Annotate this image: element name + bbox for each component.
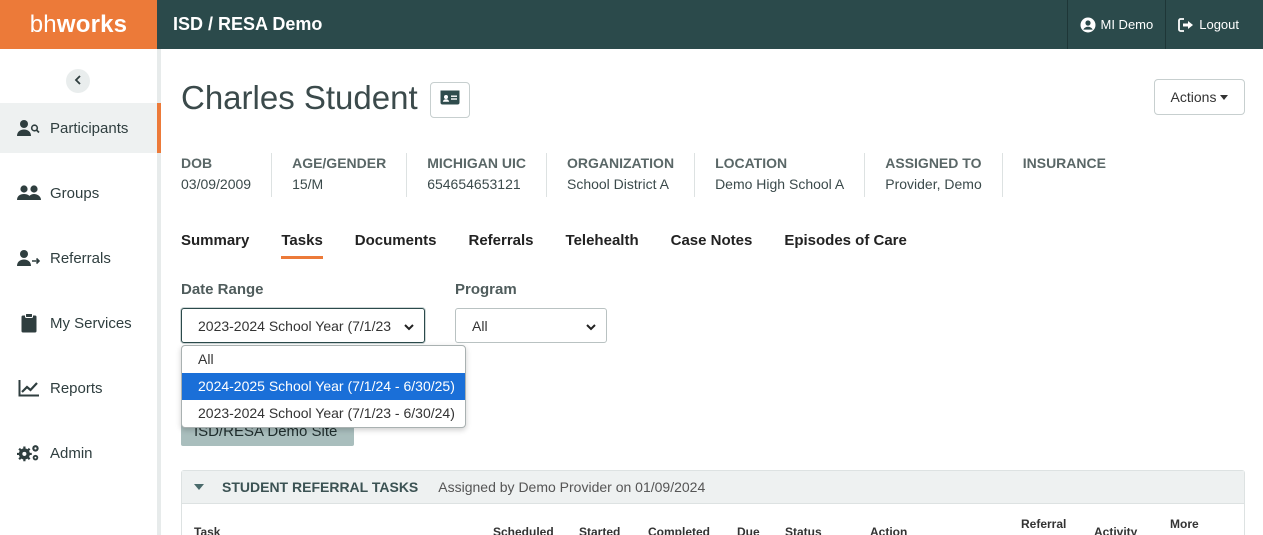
sidebar-item-reports[interactable]: Reports	[0, 363, 157, 413]
participant-search-icon	[17, 119, 41, 137]
tab-referrals[interactable]: Referrals	[468, 232, 533, 259]
column-header-task[interactable]: Task	[194, 524, 220, 535]
sidebar-item-my-services[interactable]: My Services	[0, 298, 157, 348]
date-range-option-2023-2024[interactable]: 2023-2024 School Year (7/1/23 - 6/30/24)	[182, 400, 465, 427]
info-age-gender: AGE/GENDER 15/M	[271, 153, 406, 197]
user-name: MI Demo	[1100, 17, 1154, 32]
date-range-option-all[interactable]: All	[182, 346, 465, 373]
tab-summary[interactable]: Summary	[181, 232, 249, 259]
student-info-row: DOB 03/09/2009 AGE/GENDER 15/M MICHIGAN …	[181, 153, 1126, 197]
logout-button[interactable]: Logout	[1165, 0, 1263, 49]
sidebar-item-referrals[interactable]: Referrals	[0, 233, 157, 283]
info-organization: ORGANIZATION School District A	[545, 153, 694, 197]
sidebar-item-label: Reports	[50, 379, 103, 397]
panel-title: STUDENT REFERRAL TASKS	[222, 479, 419, 495]
tab-telehealth[interactable]: Telehealth	[566, 232, 639, 259]
column-header-completed[interactable]: Completed	[648, 524, 710, 535]
date-range-dropdown: All 2024-2025 School Year (7/1/24 - 6/30…	[181, 345, 466, 428]
student-referral-tasks-panel: STUDENT REFERRAL TASKS Assigned by Demo …	[181, 470, 1245, 535]
date-range-option-2024-2025[interactable]: 2024-2025 School Year (7/1/24 - 6/30/25)	[182, 373, 465, 400]
main-content: Charles Student Actions DOB 03/09/2009 A…	[161, 49, 1263, 535]
info-location: LOCATION Demo High School A	[694, 153, 864, 197]
tab-documents[interactable]: Documents	[355, 232, 437, 259]
sidebar: Participants Groups Referrals My Service…	[0, 49, 161, 535]
panel-subtitle: Assigned by Demo Provider on 01/09/2024	[438, 479, 706, 495]
sidebar-item-participants[interactable]: Participants	[0, 103, 161, 153]
column-header-action[interactable]: Action	[870, 524, 907, 535]
tab-tasks[interactable]: Tasks	[281, 232, 323, 259]
actions-button[interactable]: Actions	[1154, 79, 1245, 115]
sidebar-item-label: Referrals	[50, 249, 111, 267]
users-icon	[17, 185, 41, 201]
column-header-started[interactable]: Started	[579, 524, 620, 535]
user-menu-button[interactable]: MI Demo	[1066, 0, 1166, 49]
chevron-down-icon	[586, 318, 596, 334]
info-michigan-uic: MICHIGAN UIC 654654653121	[406, 153, 546, 197]
sidebar-item-label: Participants	[50, 119, 129, 137]
gears-icon	[17, 443, 41, 463]
participant-tabs: Summary Tasks Documents Referrals Telehe…	[181, 232, 907, 259]
tab-case-notes[interactable]: Case Notes	[671, 232, 753, 259]
page-title: Charles Student	[181, 79, 418, 116]
user-arrow-icon	[17, 249, 41, 267]
column-header-referral[interactable]: Referral	[1021, 516, 1066, 532]
user-circle-icon	[1080, 17, 1096, 33]
caret-down-icon[interactable]	[194, 484, 204, 490]
sidebar-collapse-button[interactable]	[66, 69, 90, 93]
date-range-select[interactable]: 2023-2024 School Year (7/1/23	[181, 308, 425, 343]
column-header-activity[interactable]: Activity	[1094, 524, 1137, 535]
sidebar-item-label: My Services	[50, 314, 132, 332]
sign-out-icon	[1178, 17, 1194, 32]
column-header-more[interactable]: More	[1170, 516, 1199, 532]
clipboard-icon	[17, 313, 41, 333]
column-header-scheduled[interactable]: Scheduled	[493, 524, 554, 535]
info-insurance: INSURANCE	[1001, 153, 1126, 197]
sidebar-item-label: Admin	[50, 444, 93, 462]
column-header-status[interactable]: Status	[785, 524, 822, 535]
info-dob: DOB 03/09/2009	[181, 155, 252, 192]
panel-header[interactable]: STUDENT REFERRAL TASKS Assigned by Demo …	[182, 471, 1244, 504]
info-assigned-to: ASSIGNED TO Provider, Demo	[864, 153, 1001, 197]
chart-line-icon	[17, 379, 41, 397]
caret-down-icon	[1220, 94, 1229, 100]
program-select[interactable]: All	[455, 308, 607, 343]
program-label: Program	[455, 281, 517, 298]
sidebar-item-groups[interactable]: Groups	[0, 168, 157, 218]
tab-episodes-of-care[interactable]: Episodes of Care	[784, 232, 907, 259]
logout-label: Logout	[1199, 17, 1239, 32]
chevron-left-icon	[74, 72, 82, 90]
column-header-due[interactable]: Due	[737, 524, 760, 535]
id-card-button[interactable]	[430, 82, 470, 118]
date-range-label: Date Range	[181, 281, 264, 298]
top-navbar: bhworks ISD / RESA Demo MI Demo Logout	[0, 0, 1263, 49]
chevron-down-icon	[404, 318, 414, 334]
app-title: ISD / RESA Demo	[173, 14, 323, 34]
id-card-icon	[440, 90, 460, 110]
bhworks-logo[interactable]: bhworks	[0, 0, 157, 49]
sidebar-item-admin[interactable]: Admin	[0, 428, 157, 478]
sidebar-item-label: Groups	[50, 184, 100, 202]
